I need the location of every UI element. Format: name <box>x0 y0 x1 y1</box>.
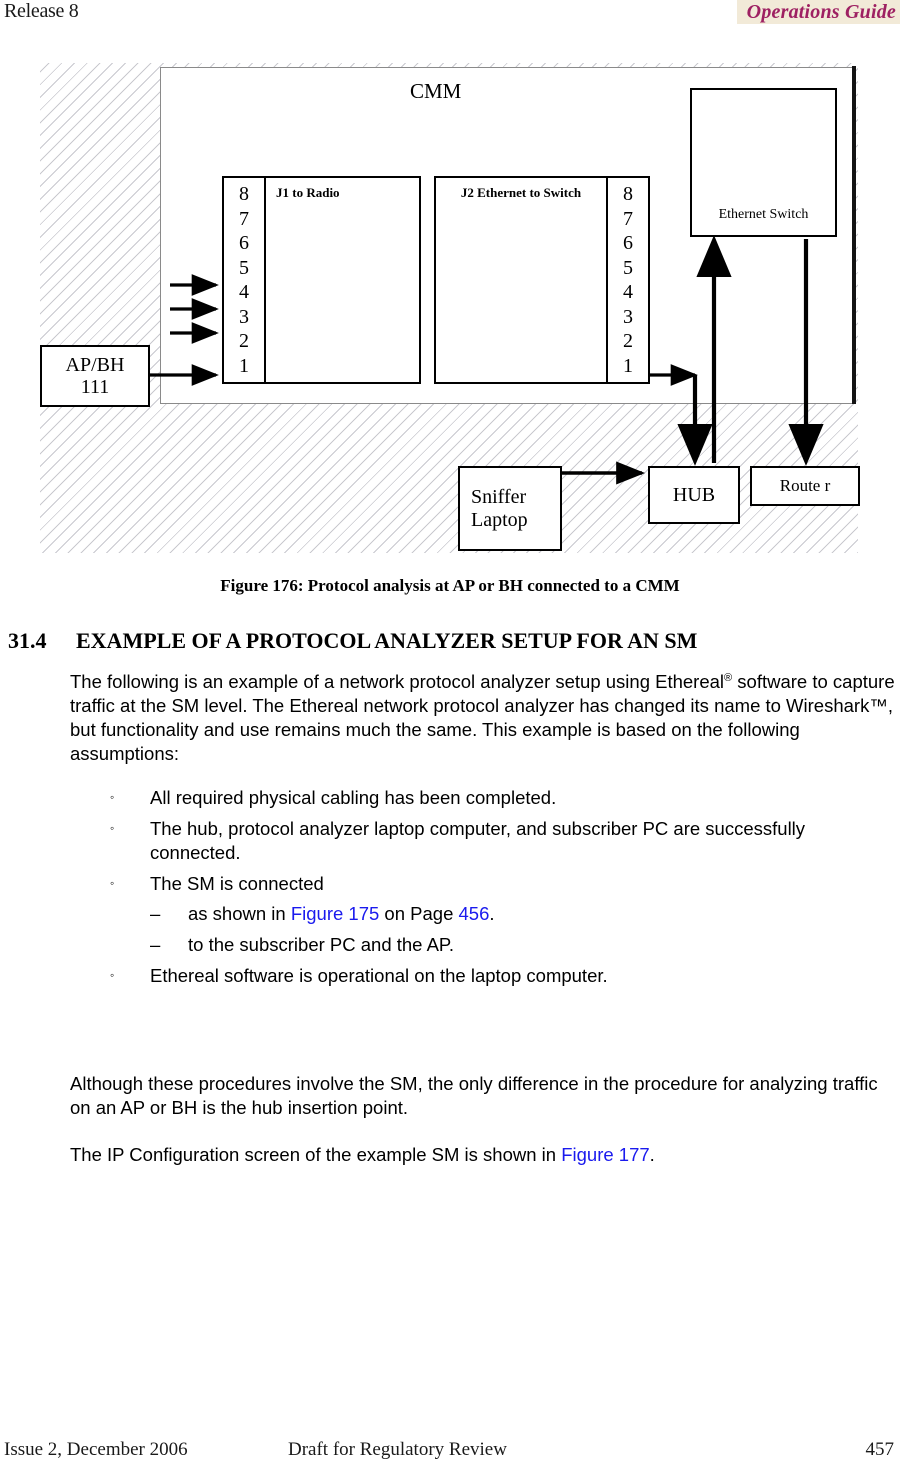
figure-177-link[interactable]: Figure 177 <box>561 1144 649 1165</box>
closing-paragraph-2: The IP Configuration screen of the examp… <box>70 1143 900 1167</box>
page-footer: Issue 2, December 2006 Draft for Regulat… <box>0 1439 900 1463</box>
closing-paragraphs: Although these procedures involve the SM… <box>70 1072 900 1167</box>
sub-list-item: – as shown in Figure 175 on Page 456. <box>150 902 900 926</box>
figure-176-diagram: CMM 8 7 6 5 4 3 2 1 J1 to Radio J2 Ether… <box>40 63 860 553</box>
closing-text-pre: The IP Configuration screen of the examp… <box>70 1143 562 1165</box>
figure-175-link[interactable]: Figure 175 <box>291 903 379 924</box>
sub-assumptions-list: – as shown in Figure 175 on Page 456. – … <box>150 902 900 957</box>
sub-text-post: . <box>489 903 495 925</box>
intro-paragraph-block: The following is an example of a network… <box>70 670 896 765</box>
header-guide-label: Operations Guide <box>746 0 896 23</box>
section-title: EXAMPLE OF A PROTOCOL ANALYZER SETUP FOR… <box>76 628 698 653</box>
list-item: ◦ Ethereal software is operational on th… <box>110 964 900 988</box>
sub-list-item-text: to the subscriber PC and the AP. <box>188 934 455 956</box>
sub-text-mid: on Page <box>379 903 459 925</box>
list-item: ◦ All required physical cabling has been… <box>110 786 900 810</box>
list-item-text: All required physical cabling has been c… <box>150 787 557 808</box>
list-item: ◦ The hub, protocol analyzer laptop comp… <box>110 817 900 865</box>
sub-list-item-text: as shown in Figure 175 on Page 456. <box>188 902 495 926</box>
registered-mark-icon: ® <box>724 671 733 684</box>
list-item-text: Ethereal software is operational on the … <box>150 965 608 987</box>
section-number: 31.4 <box>8 628 47 653</box>
dash-bullet-icon: – <box>150 934 161 956</box>
closing-text-post: . <box>649 1143 655 1165</box>
assumptions-list: ◦ All required physical cabling has been… <box>110 786 900 995</box>
sub-text-pre: as shown in <box>188 903 291 925</box>
list-item-text: The hub, protocol analyzer laptop comput… <box>150 817 806 863</box>
dash-bullet-icon: – <box>150 903 161 925</box>
page-header: Release 8 Operations Guide <box>0 0 900 26</box>
bullet-circle-icon: ◦ <box>110 820 115 835</box>
bullet-circle-icon: ◦ <box>110 875 115 890</box>
sub-list-item: – to the subscriber PC and the AP. <box>150 933 900 957</box>
footer-issue-label: Issue 2, December 2006 <box>4 1439 188 1460</box>
bullet-circle-icon: ◦ <box>110 968 115 983</box>
intro-paragraph: The following is an example of a network… <box>70 670 896 765</box>
figure-caption: Figure 176: Protocol analysis at AP or B… <box>220 576 680 595</box>
footer-draft-label: Draft for Regulatory Review <box>288 1439 507 1460</box>
diagram-connection-lines <box>150 235 824 485</box>
list-item-text: The SM is connected <box>150 872 324 894</box>
section-heading: 31.4 EXAMPLE OF A PROTOCOL ANALYZER SETU… <box>8 628 888 654</box>
header-guide-banner: Operations Guide <box>736 0 900 24</box>
footer-page-number: 457 <box>865 1439 895 1460</box>
intro-text-part1: The following is an example of a network… <box>70 671 725 692</box>
header-release-label: Release 8 <box>4 0 79 22</box>
closing-paragraph-1: Although these procedures involve the SM… <box>70 1073 878 1118</box>
bullet-circle-icon: ◦ <box>110 790 115 804</box>
page-456-link[interactable]: 456 <box>459 903 490 924</box>
list-item: ◦ The SM is connected <box>110 872 900 896</box>
